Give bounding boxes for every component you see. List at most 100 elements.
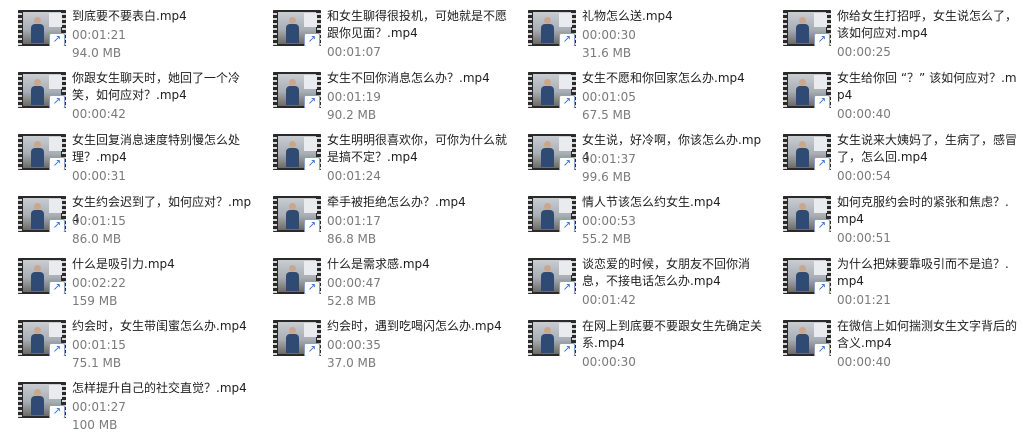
file-name: 什么是吸引力.mp4 xyxy=(72,257,175,271)
video-thumbnail-icon: ↗ xyxy=(783,196,831,232)
file-duration: 00:02:22 xyxy=(72,276,126,290)
file-name: 女生明明很喜欢你，可你为什么就是搞不定？.mp4 xyxy=(327,133,508,164)
file-item[interactable]: ↗ 如何克服约会时的紧张和焦虑？.mp4 00:00:51 xyxy=(765,186,1023,248)
video-thumbnail-icon: ↗ xyxy=(273,134,321,170)
video-thumbnail-icon: ↗ xyxy=(273,196,321,232)
file-item[interactable]: ↗ 什么是吸引力.mp4 00:02:22 159 MB xyxy=(0,248,255,310)
shortcut-arrow-icon: ↗ xyxy=(559,343,575,356)
file-duration: 00:01:27 xyxy=(72,400,126,414)
file-item[interactable]: ↗ 女生不回你消息怎么办？.mp4 00:01:19 90.2 MB xyxy=(255,62,510,124)
video-thumbnail-icon: ↗ xyxy=(528,134,576,170)
file-size: 159 MB xyxy=(72,294,118,308)
file-size: 67.5 MB xyxy=(582,108,632,122)
file-size: 86.8 MB xyxy=(327,232,377,246)
file-item[interactable]: ↗ 什么是需求感.mp4 00:00:47 52.8 MB xyxy=(255,248,510,310)
file-item[interactable]: ↗ 你给女生打招呼，女生说怎么了，该如何应对.mp4 00:00:25 xyxy=(765,0,1023,62)
file-item[interactable]: ↗ 女生不愿和你回家怎么办.mp4 00:01:05 67.5 MB xyxy=(510,62,765,124)
file-item[interactable]: ↗ 女生约会迟到了，如何应对？.mp4 00:01:15 86.0 MB xyxy=(0,186,255,248)
video-thumbnail-icon: ↗ xyxy=(783,320,831,356)
shortcut-arrow-icon: ↗ xyxy=(814,343,830,356)
shortcut-arrow-icon: ↗ xyxy=(814,157,830,170)
file-name: 怎样提升自己的社交直觉？.mp4 xyxy=(72,381,247,395)
file-item[interactable]: ↗ 怎样提升自己的社交直觉？.mp4 00:01:27 100 MB xyxy=(0,372,255,434)
video-thumbnail-icon: ↗ xyxy=(273,258,321,294)
shortcut-arrow-icon: ↗ xyxy=(49,157,65,170)
file-item[interactable]: ↗ 牵手被拒绝怎么办？.mp4 00:01:17 86.8 MB xyxy=(255,186,510,248)
video-thumbnail-icon: ↗ xyxy=(18,10,66,46)
file-name: 为什么把妹要靠吸引而不是追？.mp4 xyxy=(837,257,1009,288)
file-size: 55.2 MB xyxy=(582,232,632,246)
file-item[interactable]: ↗ 在微信上如何揣测女生文字背后的含义.mp4 00:00:40 xyxy=(765,310,1023,372)
file-duration: 00:01:21 xyxy=(837,293,891,307)
file-duration: 00:01:17 xyxy=(327,214,381,228)
video-thumbnail-icon: ↗ xyxy=(18,320,66,356)
shortcut-arrow-icon: ↗ xyxy=(49,281,65,294)
file-item[interactable]: ↗ 情人节该怎么约女生.mp4 00:00:53 55.2 MB xyxy=(510,186,765,248)
file-name: 和女生聊得很投机，可她就是不愿跟你见面？.mp4 xyxy=(327,9,508,40)
shortcut-arrow-icon: ↗ xyxy=(49,405,65,418)
video-thumbnail-icon: ↗ xyxy=(18,382,66,418)
file-name: 约会时，女生带闺蜜怎么办.mp4 xyxy=(72,319,247,333)
file-name: 约会时，遇到吃喝闪怎么办.mp4 xyxy=(327,319,502,333)
video-thumbnail-icon: ↗ xyxy=(273,10,321,46)
file-name: 女生不愿和你回家怎么办.mp4 xyxy=(582,71,745,85)
video-thumbnail-icon: ↗ xyxy=(528,196,576,232)
file-name: 女生回复消息速度特别慢怎么处理？.mp4 xyxy=(72,133,241,164)
video-thumbnail-icon: ↗ xyxy=(528,72,576,108)
file-name: 女生说来大姨妈了，生病了，感冒了，怎么回.mp4 xyxy=(837,133,1018,164)
file-item[interactable]: ↗ 在网上到底要不要跟女生先确定关系.mp4 00:00:30 xyxy=(510,310,765,372)
file-item[interactable]: ↗ 约会时，遇到吃喝闪怎么办.mp4 00:00:35 37.0 MB xyxy=(255,310,510,372)
file-duration: 00:00:25 xyxy=(837,45,891,59)
file-duration: 00:00:47 xyxy=(327,276,381,290)
file-duration: 00:00:30 xyxy=(582,355,636,369)
file-item[interactable]: ↗ 女生明明很喜欢你，可你为什么就是搞不定？.mp4 00:01:24 xyxy=(255,124,510,186)
shortcut-arrow-icon: ↗ xyxy=(304,343,320,356)
shortcut-arrow-icon: ↗ xyxy=(304,219,320,232)
shortcut-arrow-icon: ↗ xyxy=(814,95,830,108)
video-thumbnail-icon: ↗ xyxy=(528,320,576,356)
video-thumbnail-icon: ↗ xyxy=(528,10,576,46)
file-name: 牵手被拒绝怎么办？.mp4 xyxy=(327,195,466,209)
shortcut-arrow-icon: ↗ xyxy=(559,33,575,46)
file-name: 你跟女生聊天时，她回了一个冷笑，如何应对？.mp4 xyxy=(72,71,241,102)
shortcut-arrow-icon: ↗ xyxy=(559,157,575,170)
file-duration: 00:01:42 xyxy=(582,293,636,307)
shortcut-arrow-icon: ↗ xyxy=(304,33,320,46)
file-duration: 00:01:05 xyxy=(582,90,636,104)
file-duration: 00:00:51 xyxy=(837,231,891,245)
shortcut-arrow-icon: ↗ xyxy=(559,95,575,108)
file-item[interactable]: ↗ 约会时，女生带闺蜜怎么办.mp4 00:01:15 75.1 MB xyxy=(0,310,255,372)
file-name: 在微信上如何揣测女生文字背后的含义.mp4 xyxy=(837,319,1018,350)
file-name: 情人节该怎么约女生.mp4 xyxy=(582,195,721,209)
file-item[interactable]: ↗ 你跟女生聊天时，她回了一个冷笑，如何应对？.mp4 00:00:42 xyxy=(0,62,255,124)
file-item[interactable]: ↗ 女生回复消息速度特别慢怎么处理？.mp4 00:00:31 xyxy=(0,124,255,186)
file-item[interactable]: ↗ 和女生聊得很投机，可她就是不愿跟你见面？.mp4 00:01:07 xyxy=(255,0,510,62)
file-name: 到底要不要表白.mp4 xyxy=(72,9,187,23)
file-item[interactable]: ↗ 女生说来大姨妈了，生病了，感冒了，怎么回.mp4 00:00:54 xyxy=(765,124,1023,186)
shortcut-arrow-icon: ↗ xyxy=(814,33,830,46)
file-name: 谈恋爱的时候，女朋友不回你消息，不接电话怎么办.mp4 xyxy=(582,257,751,288)
video-thumbnail-icon: ↗ xyxy=(783,10,831,46)
file-duration: 00:00:40 xyxy=(837,355,891,369)
file-size: 94.0 MB xyxy=(72,46,122,60)
file-size: 99.6 MB xyxy=(582,170,632,184)
video-thumbnail-icon: ↗ xyxy=(783,134,831,170)
file-item[interactable]: ↗ 到底要不要表白.mp4 00:01:21 94.0 MB xyxy=(0,0,255,62)
file-duration: 00:01:24 xyxy=(327,169,381,183)
shortcut-arrow-icon: ↗ xyxy=(559,281,575,294)
file-name: 在网上到底要不要跟女生先确定关系.mp4 xyxy=(582,319,763,350)
file-name: 如何克服约会时的紧张和焦虑？.mp4 xyxy=(837,195,1009,226)
file-item[interactable]: ↗ 女生给你回 “？” 该如何应对？.mp4 00:00:40 xyxy=(765,62,1023,124)
file-item[interactable]: ↗ 女生说，好冷啊，你该怎么办.mp4 00:01:37 99.6 MB xyxy=(510,124,765,186)
file-item[interactable]: ↗ 为什么把妹要靠吸引而不是追？.mp4 00:01:21 xyxy=(765,248,1023,310)
file-duration: 00:01:19 xyxy=(327,90,381,104)
file-duration: 00:00:30 xyxy=(582,28,636,42)
shortcut-arrow-icon: ↗ xyxy=(814,219,830,232)
file-item[interactable]: ↗ 谈恋爱的时候，女朋友不回你消息，不接电话怎么办.mp4 00:01:42 xyxy=(510,248,765,310)
file-size: 31.6 MB xyxy=(582,46,632,60)
video-thumbnail-icon: ↗ xyxy=(783,258,831,294)
shortcut-arrow-icon: ↗ xyxy=(49,95,65,108)
shortcut-arrow-icon: ↗ xyxy=(559,219,575,232)
file-size: 52.8 MB xyxy=(327,294,377,308)
file-item[interactable]: ↗ 礼物怎么送.mp4 00:00:30 31.6 MB xyxy=(510,0,765,62)
